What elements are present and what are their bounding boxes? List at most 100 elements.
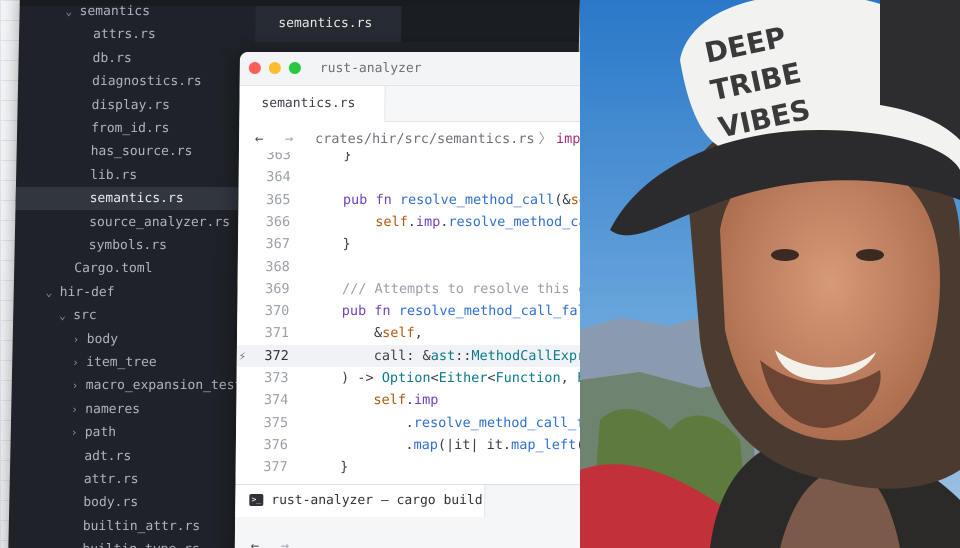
code-line[interactable]: 365 pub fn resolve_method_call(&self, ca…: [238, 189, 599, 211]
tree-item[interactable]: ⌄ hir-def: [13, 281, 249, 304]
code-line[interactable]: ⚡ 372 call: &ast::MethodCallExpr,: [236, 344, 597, 367]
tree-item[interactable]: ⌄ src: [13, 304, 249, 327]
tree-item-label: semantics.rs: [89, 191, 184, 207]
line-number: 369: [265, 280, 290, 297]
tree-item-label: display.rs: [91, 97, 171, 113]
breadcrumb-path[interactable]: crates/hir/src/semantics.rs: [315, 131, 535, 147]
code-line[interactable]: 370 pub fn resolve_method_call_fallback(: [237, 300, 599, 322]
window-title: rust-analyzer: [319, 61, 422, 76]
code-line[interactable]: 374 self.imp: [236, 389, 596, 411]
tree-item[interactable]: symbols.rs: [14, 234, 250, 257]
right-eye: [856, 249, 884, 261]
code-text: /// Attempts to resolve this call expres…: [341, 280, 599, 297]
tree-item-label: macro_expansion_tests: [85, 378, 251, 394]
tree-item-label: nameres: [85, 401, 141, 417]
code-text: call: &ast::MethodCallExpr,: [308, 347, 594, 364]
navigation-bar: ← → crates/hir/src/semantics.rs 〉 impl: [238, 122, 600, 156]
code-line[interactable]: 363 }: [239, 152, 599, 166]
code-text: ) -> Option<Either<Function, Field>> {: [308, 370, 599, 386]
panel-back-arrow-icon[interactable]: ←: [245, 529, 265, 548]
chevron-down-icon[interactable]: ⌄: [45, 281, 59, 304]
bottom-panel: >_ rust-analyzer — cargo build ← →: [234, 484, 596, 548]
editor-tab-bar: semantics.rs: [239, 86, 600, 122]
back-arrow-icon[interactable]: ←: [249, 122, 269, 156]
code-text: self.imp.resolve_method_call(call): [375, 213, 599, 230]
zoom-window-button[interactable]: [288, 62, 301, 74]
tree-item-label: attr.rs: [83, 472, 139, 487]
chevron-right-icon[interactable]: ›: [71, 421, 85, 444]
code-line[interactable]: 377 }: [236, 456, 596, 478]
tree-item[interactable]: attr.rs: [10, 468, 246, 491]
chevron-right-icon[interactable]: ›: [71, 398, 85, 421]
tree-item[interactable]: body.rs: [9, 491, 245, 514]
tree-item[interactable]: › macro_expansion_tests: [12, 374, 251, 397]
code-line[interactable]: 375 .resolve_method_call_fallback(call): [236, 412, 599, 434]
tree-item[interactable]: attrs.rs: [19, 23, 255, 46]
chevron-right-icon[interactable]: ›: [72, 351, 86, 374]
tree-item[interactable]: db.rs: [18, 47, 254, 70]
line-number: 368: [265, 258, 290, 275]
line-number: 370: [264, 303, 290, 320]
minimize-window-button[interactable]: [268, 62, 281, 74]
line-number: 364: [266, 169, 291, 186]
tree-item-label: body.rs: [83, 495, 139, 511]
line-number: 365: [265, 191, 291, 208]
tree-item-label: semantics: [79, 4, 151, 19]
terminal-tab[interactable]: >_ rust-analyzer — cargo build: [235, 485, 486, 517]
chevron-right-icon[interactable]: ›: [72, 374, 86, 397]
forward-arrow-icon[interactable]: →: [279, 122, 299, 156]
code-line[interactable]: 367 }: [238, 233, 598, 255]
tree-item[interactable]: has_source.rs: [16, 140, 252, 163]
tree-item-label: diagnostics.rs: [91, 74, 202, 90]
tree-item-label: builtin_attr.rs: [82, 518, 201, 534]
tree-item[interactable]: source_analyzer.rs: [15, 211, 251, 234]
code-line[interactable]: 368: [238, 256, 598, 278]
tree-item[interactable]: › path: [11, 421, 247, 444]
code-line[interactable]: 366 self.imp.resolve_method_call(call): [238, 211, 599, 233]
file-tree: ⌄ semantics attrs.rs db.rs diagnostics.rs dis…: [8, 4, 256, 548]
lightning-icon[interactable]: ⚡: [239, 345, 246, 367]
presenter-illustration: DEEP TRIBE VIBES: [580, 0, 960, 548]
code-text: .resolve_method_call_fallback(call): [308, 414, 599, 431]
code-editor[interactable]: 363 } 364 365 pub fn resolve_method_call(&…: [235, 152, 599, 484]
chevron-right-icon[interactable]: ›: [72, 328, 86, 351]
code-text: }: [307, 459, 349, 476]
chevron-down-icon[interactable]: ⌄: [65, 0, 79, 23]
tree-item-label: from_id.rs: [90, 121, 170, 136]
panel-forward-arrow-icon[interactable]: →: [275, 529, 295, 548]
line-number: 367: [265, 236, 291, 253]
close-window-button[interactable]: [248, 62, 261, 74]
tree-item[interactable]: › nameres: [11, 398, 247, 421]
tree-item[interactable]: semantics.rs: [15, 187, 252, 211]
tree-item[interactable]: builtin_type.rs: [8, 538, 244, 548]
line-number: 371: [264, 325, 290, 342]
tree-item[interactable]: builtin_attr.rs: [9, 515, 245, 538]
tree-item-label: path: [84, 425, 117, 441]
tree-item[interactable]: diagnostics.rs: [18, 70, 254, 93]
tree-item[interactable]: lib.rs: [16, 164, 252, 187]
tree-item[interactable]: Cargo.toml: [14, 257, 250, 280]
code-text: pub fn resolve_method_call_fallback(: [341, 303, 599, 320]
tree-item-label: Cargo.toml: [74, 261, 153, 277]
code-text: pub fn resolve_method_call(&self, call: …: [342, 191, 599, 208]
tree-item[interactable]: from_id.rs: [17, 117, 253, 140]
chevron-down-icon[interactable]: ⌄: [59, 304, 73, 327]
code-line[interactable]: 376 .map(|it| it.map_left(Function::from…: [236, 434, 599, 456]
tab-semantics[interactable]: semantics.rs: [239, 86, 386, 122]
code-text: &self,: [308, 325, 423, 342]
dark-tab-semantics[interactable]: semantics.rs: [254, 6, 402, 42]
breadcrumb[interactable]: crates/hir/src/semantics.rs 〉 impl: [315, 122, 589, 156]
code-line[interactable]: 369 /// Attempts to resolve this call ex…: [237, 278, 599, 300]
tree-item[interactable]: › body: [12, 328, 248, 351]
line-number: 377: [263, 459, 288, 476]
tree-item[interactable]: adt.rs: [10, 445, 246, 468]
tree-item[interactable]: › item_tree: [12, 351, 248, 374]
tree-item-label: symbols.rs: [88, 238, 168, 253]
tree-item[interactable]: ⌄ semantics: [19, 0, 255, 23]
tree-item[interactable]: display.rs: [17, 94, 253, 117]
code-line[interactable]: 364: [239, 166, 599, 188]
tree-item-label: hir-def: [59, 284, 115, 300]
code-line[interactable]: 373 ) -> Option<Either<Function, Field>>…: [236, 367, 599, 389]
code-line[interactable]: 371 &self,: [237, 322, 597, 344]
terminal-tab-label: rust-analyzer — cargo build: [271, 493, 483, 508]
